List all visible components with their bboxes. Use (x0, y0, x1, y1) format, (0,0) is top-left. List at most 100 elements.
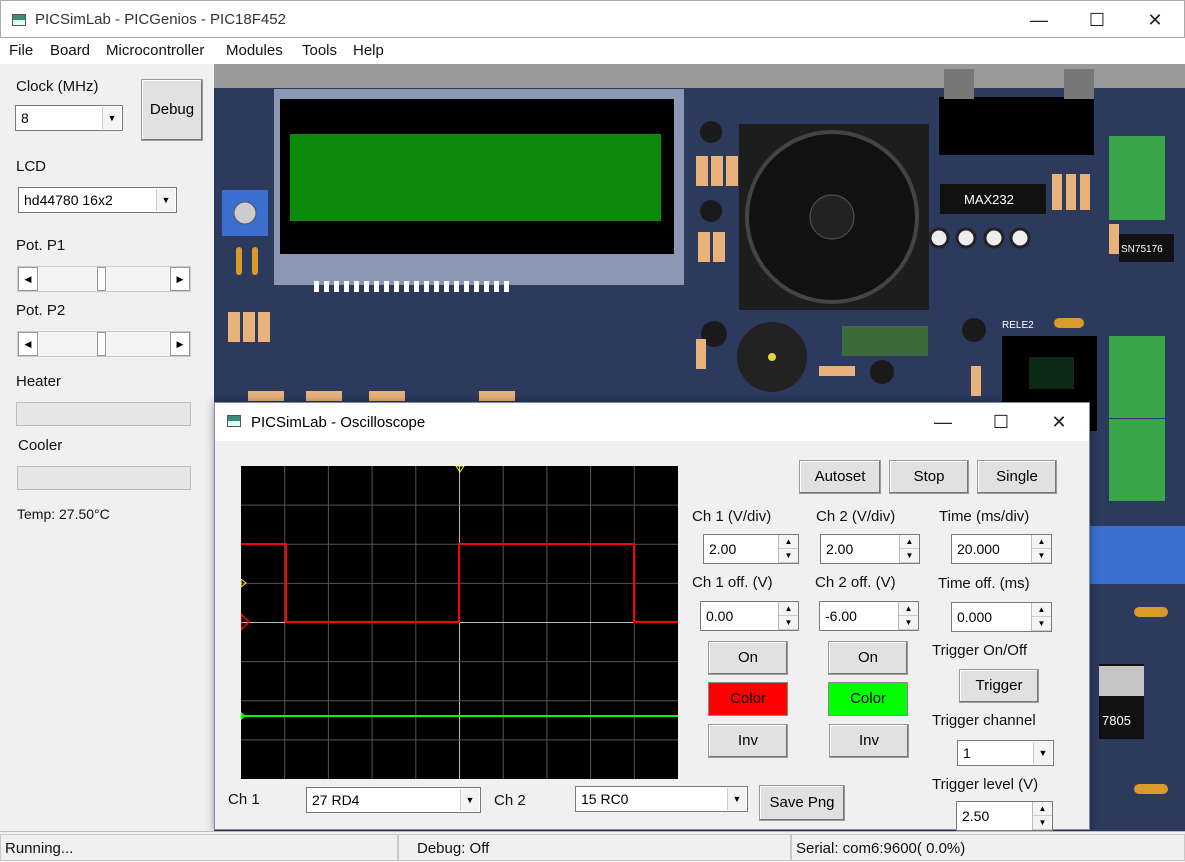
ch2-offset-marker (241, 712, 246, 720)
close-icon[interactable]: ✕ (1030, 403, 1088, 441)
trigger-level-spinner[interactable]: 2.50 ▲ ▼ (956, 801, 1053, 831)
menu-bar: File Board Microcontroller Modules Tools… (0, 38, 1185, 64)
status-serial: Serial: com6:9600( 0.0%) (791, 834, 1185, 861)
chevron-down-icon[interactable]: ▼ (1033, 742, 1052, 764)
arrow-left-icon[interactable]: ◀ (18, 332, 38, 356)
relay-label: RELE2 (1002, 320, 1034, 331)
spin-up-icon[interactable]: ▲ (1033, 802, 1052, 816)
temperature-readout: Temp: 27.50°C (17, 506, 110, 522)
ch1-vdiv-spinner[interactable]: 2.00 ▲ ▼ (703, 534, 799, 564)
spin-down-icon[interactable]: ▼ (899, 616, 918, 630)
ch1-inv-button[interactable]: Inv (708, 724, 788, 758)
arrow-right-icon[interactable]: ▶ (170, 267, 190, 291)
pot1-thumb[interactable] (97, 267, 107, 291)
trigger-button[interactable]: Trigger (959, 669, 1039, 703)
chevron-down-icon[interactable]: ▼ (460, 789, 479, 811)
regulator-label: 7805 (1102, 713, 1131, 728)
crystal (842, 326, 928, 356)
ch2-vdiv-value: 2.00 (826, 541, 854, 557)
maximize-icon[interactable]: ☐ (1068, 1, 1126, 39)
pot2-thumb[interactable] (97, 332, 107, 356)
ch1-color-button[interactable]: Color (708, 682, 788, 716)
ch2-on-button[interactable]: On (828, 641, 908, 675)
spin-up-icon[interactable]: ▲ (899, 602, 918, 616)
status-bar: Running... Debug: Off Serial: com6:9600(… (0, 831, 1185, 862)
heater-bar (16, 402, 191, 426)
terminal-block-2 (1109, 336, 1165, 418)
terminal-block-1 (1109, 136, 1165, 220)
menu-modules[interactable]: Modules (226, 42, 283, 59)
spin-up-icon[interactable]: ▲ (779, 602, 798, 616)
ch1-pin-select[interactable]: 27 RD4 ▼ (306, 787, 481, 813)
scope-display[interactable] (240, 465, 678, 779)
ch2-offset-label: Ch 2 off. (V) (815, 574, 896, 591)
spin-down-icon[interactable]: ▼ (1032, 617, 1051, 631)
stop-button[interactable]: Stop (889, 460, 969, 494)
ch1-vdiv-value: 2.00 (709, 541, 737, 557)
blue-display (1086, 526, 1185, 584)
lcd-label: LCD (16, 158, 47, 175)
pot1-slider[interactable]: ◀ ▶ (17, 266, 191, 292)
minimize-icon[interactable]: — (914, 403, 972, 441)
ch2-offset-spinner[interactable]: -6.00 ▲ ▼ (819, 601, 919, 631)
time-div-value: 20.000 (957, 541, 1000, 557)
close-icon[interactable]: ✕ (1126, 1, 1184, 39)
window-title: PICSimLab - PICGenios - PIC18F452 (35, 11, 286, 28)
trigger-channel-select[interactable]: 1 ▼ (957, 740, 1054, 766)
spin-down-icon[interactable]: ▼ (779, 616, 798, 630)
menu-file[interactable]: File (9, 42, 33, 59)
terminal-block-3 (1109, 419, 1165, 501)
minimize-icon[interactable]: — (1010, 1, 1068, 39)
debug-button[interactable]: Debug (141, 79, 203, 141)
spin-up-icon[interactable]: ▲ (900, 535, 919, 549)
menu-help[interactable]: Help (353, 42, 384, 59)
lcd-select[interactable]: hd44780 16x2 ▼ (18, 187, 177, 213)
single-button[interactable]: Single (977, 460, 1057, 494)
time-offset-value: 0.000 (957, 609, 993, 625)
trigger-level-label: Trigger level (V) (932, 776, 1039, 793)
ch1-offset-label: Ch 1 off. (V) (692, 574, 773, 591)
clock-select[interactable]: 8 ▼ (15, 105, 123, 131)
chevron-down-icon[interactable]: ▼ (102, 107, 121, 129)
ch2-inv-button[interactable]: Inv (829, 724, 909, 758)
time-offset-label: Time off. (ms) (938, 575, 1030, 592)
pot2-slider[interactable]: ◀ ▶ (17, 331, 191, 357)
lcd-value: hd44780 16x2 (24, 192, 113, 208)
time-offset-spinner[interactable]: 0.000 ▲ ▼ (951, 602, 1052, 632)
arrow-left-icon[interactable]: ◀ (18, 267, 38, 291)
spin-up-icon[interactable]: ▲ (1032, 535, 1051, 549)
heater-label: Heater (16, 373, 62, 390)
arrow-right-icon[interactable]: ▶ (170, 332, 190, 356)
spin-up-icon[interactable]: ▲ (1032, 603, 1051, 617)
status-debug: Debug: Off (398, 834, 791, 861)
spin-down-icon[interactable]: ▼ (779, 549, 798, 563)
maximize-icon[interactable]: ☐ (972, 403, 1030, 441)
menu-board[interactable]: Board (50, 42, 90, 59)
spin-up-icon[interactable]: ▲ (779, 535, 798, 549)
save-png-button[interactable]: Save Png (759, 785, 845, 821)
chevron-down-icon[interactable]: ▼ (156, 189, 175, 211)
ch1-vdiv-label: Ch 1 (V/div) (692, 508, 772, 525)
ch2-vdiv-spinner[interactable]: 2.00 ▲ ▼ (820, 534, 920, 564)
chevron-down-icon[interactable]: ▼ (727, 788, 746, 810)
menu-tools[interactable]: Tools (302, 42, 337, 59)
ch2-color-button[interactable]: Color (828, 682, 908, 716)
board-top-strip (214, 64, 1185, 88)
ch1-offset-spinner[interactable]: 0.00 ▲ ▼ (700, 601, 799, 631)
clock-value: 8 (21, 110, 29, 126)
trigger-level-value: 2.50 (962, 808, 990, 824)
time-div-spinner[interactable]: 20.000 ▲ ▼ (951, 534, 1052, 564)
spin-down-icon[interactable]: ▼ (1032, 549, 1051, 563)
title-bar: PICSimLab - PICGenios - PIC18F452 — ☐ ✕ (0, 0, 1185, 38)
ch2-select-label: Ch 2 (494, 792, 526, 809)
autoset-button[interactable]: Autoset (799, 460, 881, 494)
ch1-on-button[interactable]: On (708, 641, 788, 675)
menu-microcontroller[interactable]: Microcontroller (106, 42, 204, 59)
spin-down-icon[interactable]: ▼ (900, 549, 919, 563)
max232-label: MAX232 (964, 192, 1014, 207)
ch2-offset-value: -6.00 (825, 608, 857, 624)
lcd-screen (290, 134, 661, 221)
ch1-pin-value: 27 RD4 (312, 792, 360, 808)
spin-down-icon[interactable]: ▼ (1033, 816, 1052, 830)
ch2-pin-select[interactable]: 15 RC0 ▼ (575, 786, 748, 812)
